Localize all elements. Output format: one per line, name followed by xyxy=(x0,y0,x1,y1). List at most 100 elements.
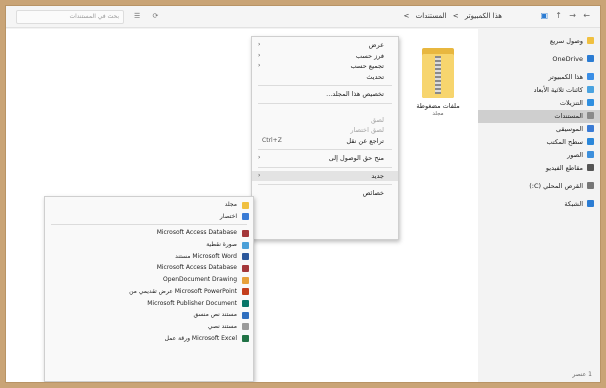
ctx-sort-by[interactable]: فرز حسب ‹ xyxy=(252,51,398,62)
publisher-icon xyxy=(242,300,249,307)
address-bar: ← → ↑ ▣ هذا الكمبيوتر > المستندات > ☰ ⟳ … xyxy=(6,6,600,28)
music-icon xyxy=(587,125,594,132)
rtf-icon xyxy=(242,311,249,319)
refresh-icon[interactable]: ⟳ xyxy=(153,12,159,20)
sidebar-item-label: كائنات ثلاثية الأبعاد xyxy=(533,86,583,94)
ctx-give-access[interactable]: منح حق الوصول إلى ‹ xyxy=(252,153,398,164)
address-tools: ☰ ⟳ xyxy=(134,12,168,20)
new-submenu-label: OpenDocument Drawing xyxy=(163,276,237,284)
file-explorer-window: ← → ↑ ▣ هذا الكمبيوتر > المستندات > ☰ ⟳ … xyxy=(5,5,601,383)
new-submenu-label: Microsoft Excel ورقة عمل xyxy=(164,334,237,342)
view-icon[interactable]: ☰ xyxy=(134,12,140,20)
network-icon xyxy=(587,200,594,207)
sidebar-item[interactable]: وصول سريع xyxy=(478,35,600,48)
new-submenu-item[interactable]: Microsoft Excel ورقة عمل xyxy=(45,333,253,345)
up-button[interactable]: ↑ xyxy=(555,11,562,20)
ctx-properties[interactable]: خصائص xyxy=(252,188,398,199)
download-icon xyxy=(587,99,594,106)
context-menu: عرض ‹ فرز حسب ‹ تجميع حسب ‹ تحديث تخصيص هذا… xyxy=(251,36,399,240)
status-bar-text: 1 عنصر xyxy=(572,371,592,378)
new-submenu-item[interactable]: مستند نص منسق xyxy=(45,309,253,321)
sidebar-item[interactable]: الشبكة xyxy=(478,198,600,211)
folder-type: مجلد xyxy=(432,111,444,117)
new-submenu-label: Microsoft Access Database xyxy=(156,229,237,237)
video-icon xyxy=(587,164,594,171)
ctx-paste[interactable]: لصق xyxy=(252,115,398,126)
sidebar-item[interactable]: الصور xyxy=(478,149,600,162)
menu-divider xyxy=(258,149,392,150)
new-submenu-item[interactable]: اختصار xyxy=(45,211,253,223)
powerpoint-icon xyxy=(242,288,249,296)
sidebar-item-label: OneDrive xyxy=(552,55,583,63)
ctx-group-by[interactable]: تجميع حسب ‹ xyxy=(252,61,398,72)
new-submenu-label: Microsoft Access Database xyxy=(156,264,237,272)
new-submenu-label: Microsoft Publisher Document xyxy=(147,299,237,307)
shortcut-icon xyxy=(242,213,249,221)
sidebar-item[interactable]: الموسيقى xyxy=(478,123,600,136)
access-icon xyxy=(242,229,249,237)
ctx-customize-folder[interactable]: تخصيص هذا المجلد... xyxy=(252,89,398,100)
sidebar-item[interactable]: OneDrive xyxy=(478,53,600,66)
ctx-paste-shortcut[interactable]: لصق اختصار xyxy=(252,125,398,136)
menu-divider xyxy=(258,102,392,104)
chevron-left-icon: ‹ xyxy=(258,51,261,59)
new-submenu-item[interactable]: مجلد xyxy=(45,199,253,211)
sidebar-item-label: القرص المحلي (C:) xyxy=(529,182,583,190)
menu-divider xyxy=(258,184,392,185)
new-submenu-item[interactable]: Microsoft Access Database xyxy=(45,262,253,274)
new-submenu-item[interactable]: Microsoft Publisher Document xyxy=(45,298,253,310)
new-submenu-item[interactable]: Microsoft Access Database xyxy=(45,227,253,239)
picture-icon xyxy=(587,151,594,158)
sidebar-item-label: سطح المكتب xyxy=(546,138,583,146)
back-button[interactable]: ← xyxy=(583,11,590,20)
sidebar-item-label: الشبكة xyxy=(564,200,583,208)
ctx-new[interactable]: جديد ‹ xyxy=(252,170,398,181)
breadcrumb[interactable]: هذا الكمبيوتر > المستندات > xyxy=(400,12,502,20)
sidebar-item-label: الصور xyxy=(567,151,583,159)
forward-button[interactable]: → xyxy=(569,11,576,20)
text-icon xyxy=(242,323,249,331)
sidebar-item-label: التنزيلات xyxy=(559,99,583,107)
folder-name: ملفات مضغوطة xyxy=(416,102,460,110)
sidebar-item[interactable]: التنزيلات xyxy=(478,97,600,110)
draw-icon xyxy=(242,276,249,284)
new-submenu-label: صورة نقطية xyxy=(206,241,237,249)
star-icon xyxy=(587,37,594,44)
navigation-pane: وصول سريع OneDrive هذا الكمبيوتر كائنات ثلا… xyxy=(478,29,600,382)
new-submenu-item[interactable]: مستند نصي xyxy=(45,321,253,333)
new-submenu-item[interactable]: OpenDocument Drawing xyxy=(45,274,253,286)
sidebar-item[interactable]: هذا الكمبيوتر xyxy=(478,71,600,84)
sidebar-item[interactable]: كائنات ثلاثية الأبعاد xyxy=(478,84,600,97)
cloud-icon xyxy=(587,55,594,62)
new-submenu-item[interactable]: Microsoft PowerPoint عرض تقديمي من xyxy=(45,286,253,298)
sidebar-item[interactable]: القرص المحلي (C:) xyxy=(478,180,600,193)
cube-icon xyxy=(587,86,594,93)
sidebar-item[interactable]: مقاطع الفيديو xyxy=(478,162,600,175)
new-submenu-item[interactable]: Microsoft Word مستند xyxy=(45,251,253,263)
breadcrumb-item[interactable]: هذا الكمبيوتر xyxy=(465,12,502,20)
search-input[interactable]: بحث في المستندات xyxy=(16,10,124,24)
sidebar-item[interactable]: المستندات xyxy=(478,110,600,123)
breadcrumb-separator: > xyxy=(403,12,410,20)
chevron-left-icon: ‹ xyxy=(258,171,261,179)
breadcrumb-item[interactable]: المستندات xyxy=(416,12,447,20)
folder-icon xyxy=(242,201,249,209)
new-submenu: مجلد اختصار Microsoft Access Database صورة … xyxy=(44,196,254,382)
desktop-icon xyxy=(587,138,594,145)
ctx-view[interactable]: عرض ‹ xyxy=(252,40,398,51)
zip-folder-item[interactable]: ملفات مضغوطة مجلد xyxy=(409,44,467,117)
ctx-refresh[interactable]: تحديث xyxy=(252,72,398,83)
drive-icon xyxy=(587,182,594,189)
new-submenu-item[interactable]: صورة نقطية xyxy=(45,239,253,251)
chevron-left-icon: ‹ xyxy=(258,41,261,48)
word-icon xyxy=(242,253,249,261)
new-submenu-label: مستند نص منسق xyxy=(193,311,237,319)
bitmap-icon xyxy=(242,241,249,249)
new-submenu-label: مجلد xyxy=(224,201,237,208)
this-pc-icon: ▣ xyxy=(540,11,548,20)
sidebar-item[interactable]: سطح المكتب xyxy=(478,136,600,149)
menu-divider xyxy=(258,85,392,86)
new-submenu-label: مستند نصي xyxy=(207,322,237,330)
document-icon xyxy=(587,112,594,119)
ctx-undo-move[interactable]: تراجع عن نقل Ctrl+Z xyxy=(252,136,398,147)
